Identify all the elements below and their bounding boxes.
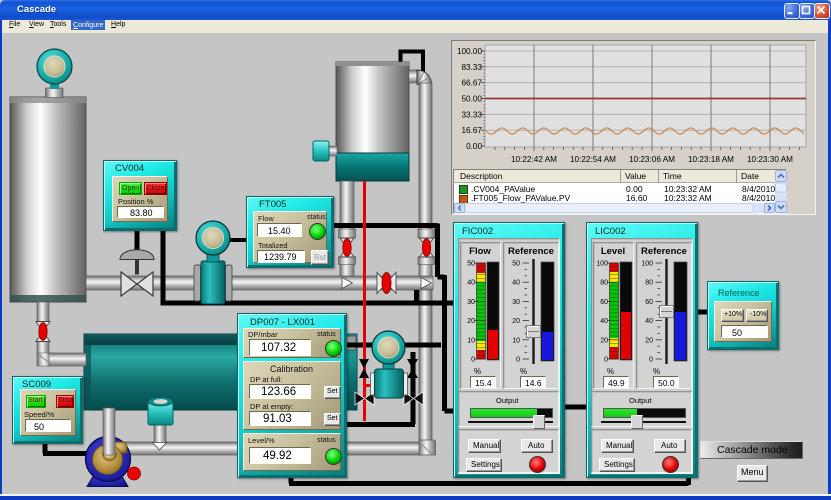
svg-text:10:22:54 AM: 10:22:54 AM: [570, 155, 616, 164]
svg-text:10:22:42 AM: 10:22:42 AM: [511, 155, 557, 164]
svg-text:%: %: [653, 367, 660, 376]
svg-text:0: 0: [649, 357, 653, 364]
svg-text:40: 40: [600, 318, 608, 325]
svg-text:66.67: 66.67: [462, 79, 483, 88]
svg-text:30: 30: [512, 299, 520, 306]
svg-text:83.33: 83.33: [462, 63, 483, 72]
svg-text:20: 20: [512, 318, 520, 325]
svg-text:80: 80: [645, 280, 653, 287]
svg-text:%: %: [520, 367, 527, 376]
svg-text:20: 20: [600, 337, 608, 344]
svg-text:40: 40: [467, 280, 475, 287]
svg-text:10:23:06 AM: 10:23:06 AM: [629, 155, 675, 164]
svg-text:10:23:30 AM: 10:23:30 AM: [747, 155, 793, 164]
svg-text:Level: Level: [601, 246, 625, 257]
svg-text:0: 0: [516, 357, 520, 364]
svg-text:20: 20: [467, 318, 475, 325]
svg-text:Flow: Flow: [469, 246, 491, 257]
svg-text:20: 20: [645, 337, 653, 344]
svg-text:0: 0: [604, 357, 608, 364]
svg-text:16.67: 16.67: [462, 126, 483, 135]
svg-text:100: 100: [596, 261, 608, 268]
svg-text:Reference: Reference: [508, 246, 554, 257]
svg-text:50: 50: [467, 261, 475, 268]
svg-text:60: 60: [600, 299, 608, 306]
svg-text:80: 80: [600, 280, 608, 287]
svg-text:0.00: 0.00: [466, 142, 482, 151]
svg-text:50: 50: [512, 261, 520, 268]
svg-text:Reference: Reference: [641, 246, 687, 257]
svg-text:30: 30: [467, 299, 475, 306]
svg-text:40: 40: [645, 318, 653, 325]
svg-text:%: %: [607, 367, 614, 376]
svg-text:100: 100: [641, 261, 653, 268]
svg-text:40: 40: [512, 280, 520, 287]
svg-text:0: 0: [471, 357, 475, 364]
svg-text:%: %: [474, 367, 481, 376]
svg-text:10: 10: [512, 337, 520, 344]
svg-text:50.00: 50.00: [462, 95, 483, 104]
svg-text:10: 10: [467, 337, 475, 344]
svg-text:100.00: 100.00: [457, 47, 482, 56]
svg-text:10:23:18 AM: 10:23:18 AM: [688, 155, 734, 164]
svg-text:33.33: 33.33: [462, 110, 483, 119]
svg-text:60: 60: [645, 299, 653, 306]
